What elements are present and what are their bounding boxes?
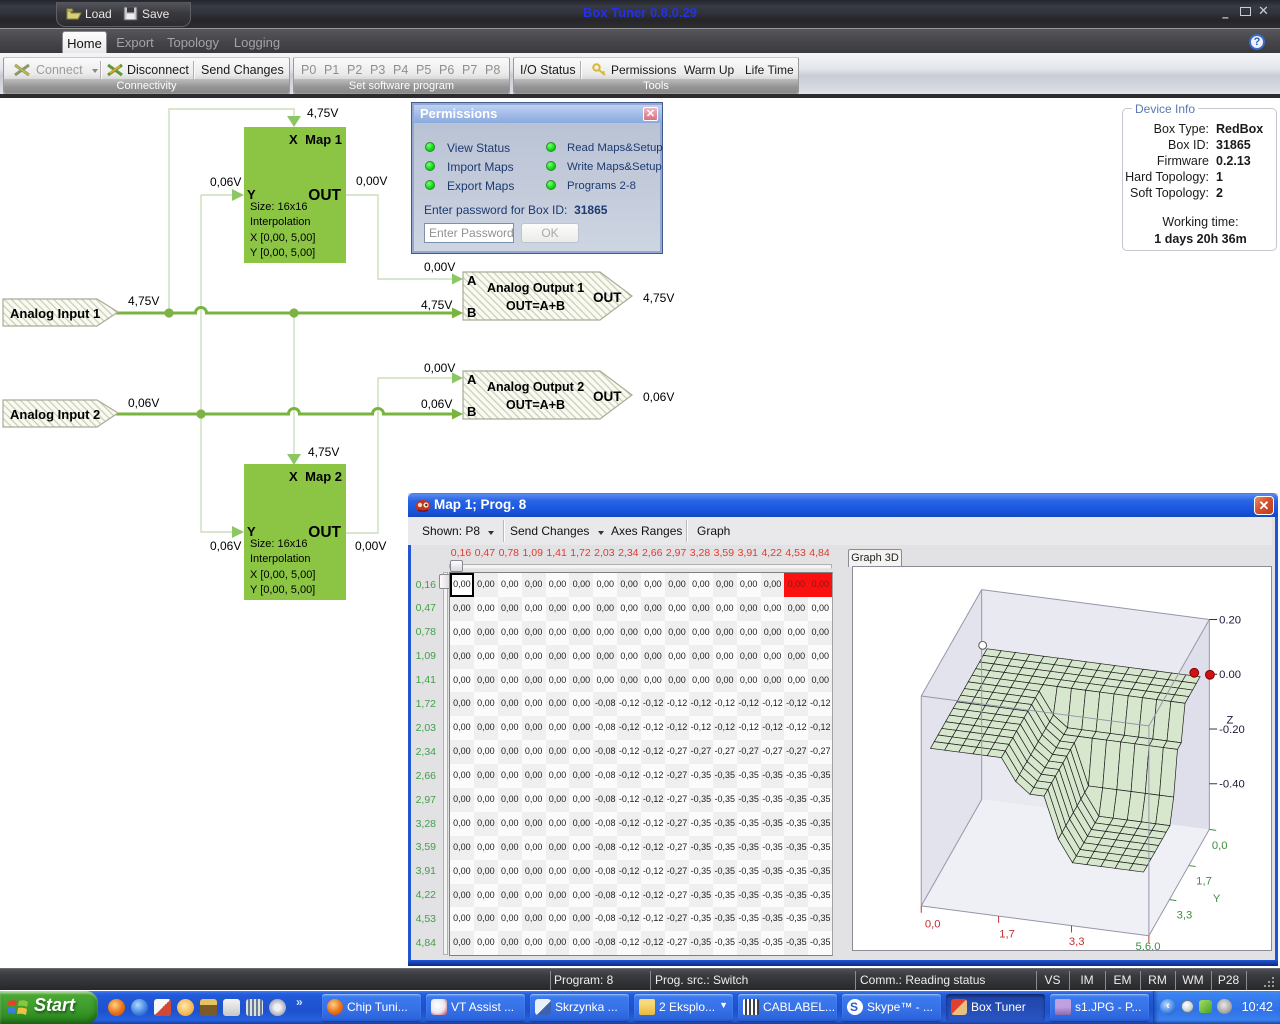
svg-text:0.20: 0.20 bbox=[1219, 614, 1241, 626]
svg-text:0,06V: 0,06V bbox=[128, 396, 159, 410]
svg-text:4,75V: 4,75V bbox=[308, 445, 339, 459]
svg-text:OUT=A+B: OUT=A+B bbox=[506, 299, 565, 313]
svg-text:Interpolation: Interpolation bbox=[250, 216, 311, 228]
svg-text:Map 1: Map 1 bbox=[305, 132, 342, 147]
svg-text:1,7: 1,7 bbox=[999, 928, 1015, 940]
svg-text:A: A bbox=[467, 372, 477, 387]
svg-text:X [0,00, 5,00]: X [0,00, 5,00] bbox=[250, 232, 315, 244]
svg-text:0,00V: 0,00V bbox=[424, 361, 455, 375]
svg-text:B: B bbox=[467, 404, 476, 419]
svg-text:A: A bbox=[467, 273, 477, 288]
svg-text:4,75V: 4,75V bbox=[128, 294, 159, 308]
svg-text:Analog Input 2: Analog Input 2 bbox=[10, 407, 100, 422]
svg-text:0,0: 0,0 bbox=[925, 918, 941, 930]
svg-text:3,3: 3,3 bbox=[1177, 910, 1193, 922]
svg-text:Y: Y bbox=[1213, 893, 1221, 905]
svg-text:0,00V: 0,00V bbox=[355, 539, 386, 553]
svg-text:1,7: 1,7 bbox=[1196, 875, 1212, 887]
svg-text:Interpolation: Interpolation bbox=[250, 553, 311, 565]
svg-text:5,6.0: 5,6.0 bbox=[1135, 941, 1160, 951]
svg-text:Y [0,00, 5,00]: Y [0,00, 5,00] bbox=[250, 584, 315, 596]
svg-text:4,75V: 4,75V bbox=[421, 298, 452, 312]
svg-text:Y: Y bbox=[247, 524, 256, 539]
svg-text:0,06V: 0,06V bbox=[643, 390, 674, 404]
svg-text:OUT: OUT bbox=[593, 389, 622, 404]
svg-text:Analog Input 1: Analog Input 1 bbox=[10, 306, 100, 321]
svg-text:X [0,00, 5,00]: X [0,00, 5,00] bbox=[250, 569, 315, 581]
svg-text:OUT: OUT bbox=[308, 524, 341, 541]
svg-text:0,00V: 0,00V bbox=[424, 260, 455, 274]
svg-text:B: B bbox=[467, 305, 476, 320]
svg-text:OUT=A+B: OUT=A+B bbox=[506, 398, 565, 412]
svg-text:0,06V: 0,06V bbox=[210, 539, 241, 553]
svg-text:0,06V: 0,06V bbox=[421, 397, 452, 411]
svg-text:Y [0,00, 5,00]: Y [0,00, 5,00] bbox=[250, 247, 315, 259]
svg-text:Size: 16x16: Size: 16x16 bbox=[250, 201, 307, 213]
svg-text:0,0: 0,0 bbox=[1212, 840, 1228, 852]
svg-text:X: X bbox=[289, 469, 298, 484]
svg-text:Map 2: Map 2 bbox=[305, 469, 342, 484]
svg-text:Analog Output 2: Analog Output 2 bbox=[487, 380, 584, 394]
svg-text:Size: 16x16: Size: 16x16 bbox=[250, 538, 307, 550]
svg-text:OUT: OUT bbox=[308, 187, 341, 204]
svg-text:OUT: OUT bbox=[593, 290, 622, 305]
svg-text:X: X bbox=[289, 132, 298, 147]
svg-text:0,00V: 0,00V bbox=[356, 174, 387, 188]
svg-text:4,75V: 4,75V bbox=[643, 291, 674, 305]
svg-text:0.00: 0.00 bbox=[1219, 669, 1241, 681]
svg-text:Y: Y bbox=[247, 187, 256, 202]
svg-text:3,3: 3,3 bbox=[1069, 936, 1085, 948]
svg-text:4,75V: 4,75V bbox=[307, 106, 338, 120]
svg-text:Analog Output 1: Analog Output 1 bbox=[487, 281, 584, 295]
svg-text:0,06V: 0,06V bbox=[210, 175, 241, 189]
svg-text:-0.40: -0.40 bbox=[1219, 779, 1245, 791]
svg-text:Z: Z bbox=[1227, 715, 1234, 727]
